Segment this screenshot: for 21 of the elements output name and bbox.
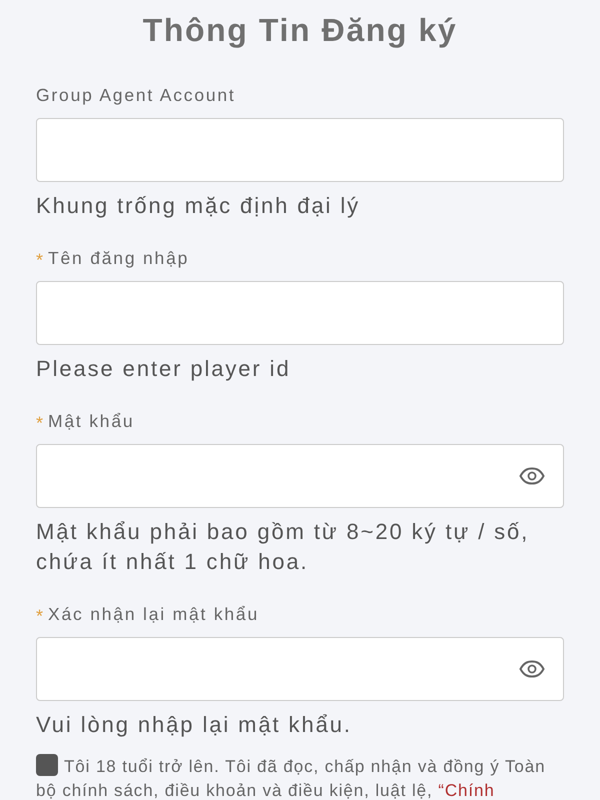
field-label: Xác nhận lại mật khẩu (48, 604, 259, 624)
field-label: Tên đăng nhập (48, 248, 190, 268)
helper-text: Khung trống mặc định đại lý (36, 192, 362, 220)
helper-text: Please enter player id (36, 355, 292, 383)
required-mark: * (36, 250, 44, 270)
helper-text: Mật khẩu phải bao gồm từ 8~20 ký tự / số, chứa ít nhất 1 chữ hoa. (36, 518, 530, 576)
helper-text: Vui lòng nhập lại mật khẩu. (36, 711, 353, 739)
required-mark: * (36, 606, 44, 626)
form-title: Thông Tin Đăng ký (142, 11, 458, 50)
checkbox[interactable] (36, 754, 58, 776)
input-field[interactable] (36, 281, 564, 345)
eye-icon[interactable] (519, 467, 545, 485)
input-field[interactable] (36, 637, 564, 701)
field-label: Mật khẩu (48, 411, 134, 431)
input-field[interactable] (36, 444, 564, 508)
required-mark: * (36, 413, 44, 433)
eye-icon[interactable] (519, 660, 545, 678)
input-field[interactable] (36, 118, 564, 182)
field-label: Group Agent Account (36, 85, 236, 105)
policy-link[interactable]: “Chính (438, 781, 495, 800)
agreement-text: Tôi 18 tuổi trở lên. Tôi đã đọc, chấp nhận và đồng ý Toàn bộ chính sách, điều khoản và điều kiện, luật lệ, “Chính (36, 754, 564, 800)
